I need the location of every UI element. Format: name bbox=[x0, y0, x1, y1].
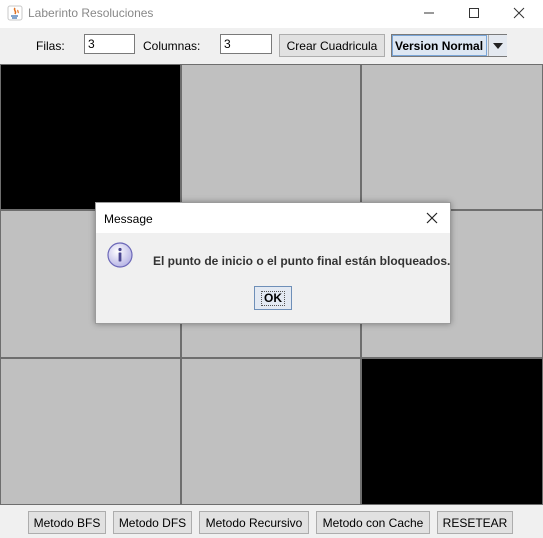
minimize-button[interactable] bbox=[407, 0, 451, 26]
message-dialog: Message El punto de inicio o el punto fi… bbox=[95, 202, 451, 324]
ok-button[interactable]: OK bbox=[254, 286, 292, 310]
maze-cell-0-2-open[interactable] bbox=[361, 64, 543, 210]
minimize-icon bbox=[424, 12, 434, 14]
maze-cell-2-0-open[interactable] bbox=[0, 358, 181, 505]
ok-button-label: OK bbox=[261, 290, 285, 306]
recursive-button[interactable]: Metodo Recursivo bbox=[199, 511, 309, 534]
dropdown-arrow[interactable] bbox=[488, 35, 507, 56]
maze-cell-0-0-blocked[interactable] bbox=[0, 64, 181, 210]
maximize-button[interactable] bbox=[452, 0, 496, 26]
reset-button[interactable]: RESETEAR bbox=[437, 511, 513, 534]
dialog-title: Message bbox=[104, 212, 153, 226]
title-bar: Laberinto Resoluciones bbox=[0, 0, 543, 28]
cols-label: Columnas: bbox=[143, 39, 201, 53]
dialog-title-bar: Message bbox=[96, 203, 450, 233]
version-select[interactable]: Version Normal bbox=[391, 34, 507, 57]
chevron-down-icon bbox=[493, 42, 503, 49]
cache-button[interactable]: Metodo con Cache bbox=[316, 511, 430, 534]
version-select-value: Version Normal bbox=[392, 35, 487, 56]
maze-cell-0-1-open[interactable] bbox=[181, 64, 361, 210]
maze-cell-2-1-open[interactable] bbox=[181, 358, 361, 505]
dialog-message: El punto de inicio o el punto final está… bbox=[153, 254, 451, 268]
cols-input[interactable] bbox=[220, 34, 272, 54]
rows-label: Filas: bbox=[36, 39, 65, 53]
info-icon bbox=[107, 242, 133, 268]
dfs-button[interactable]: Metodo DFS bbox=[113, 511, 192, 534]
rows-input[interactable] bbox=[84, 34, 135, 54]
close-button[interactable] bbox=[497, 0, 541, 26]
bfs-button[interactable]: Metodo BFS bbox=[28, 511, 106, 534]
maximize-icon bbox=[469, 8, 479, 18]
java-app-icon bbox=[7, 5, 23, 21]
close-icon bbox=[513, 7, 525, 19]
window-title: Laberinto Resoluciones bbox=[28, 6, 154, 20]
dialog-close-button[interactable] bbox=[422, 208, 442, 228]
close-icon bbox=[426, 212, 438, 224]
create-grid-button[interactable]: Crear Cuadricula bbox=[279, 34, 385, 57]
maze-cell-2-2-blocked[interactable] bbox=[361, 358, 543, 505]
